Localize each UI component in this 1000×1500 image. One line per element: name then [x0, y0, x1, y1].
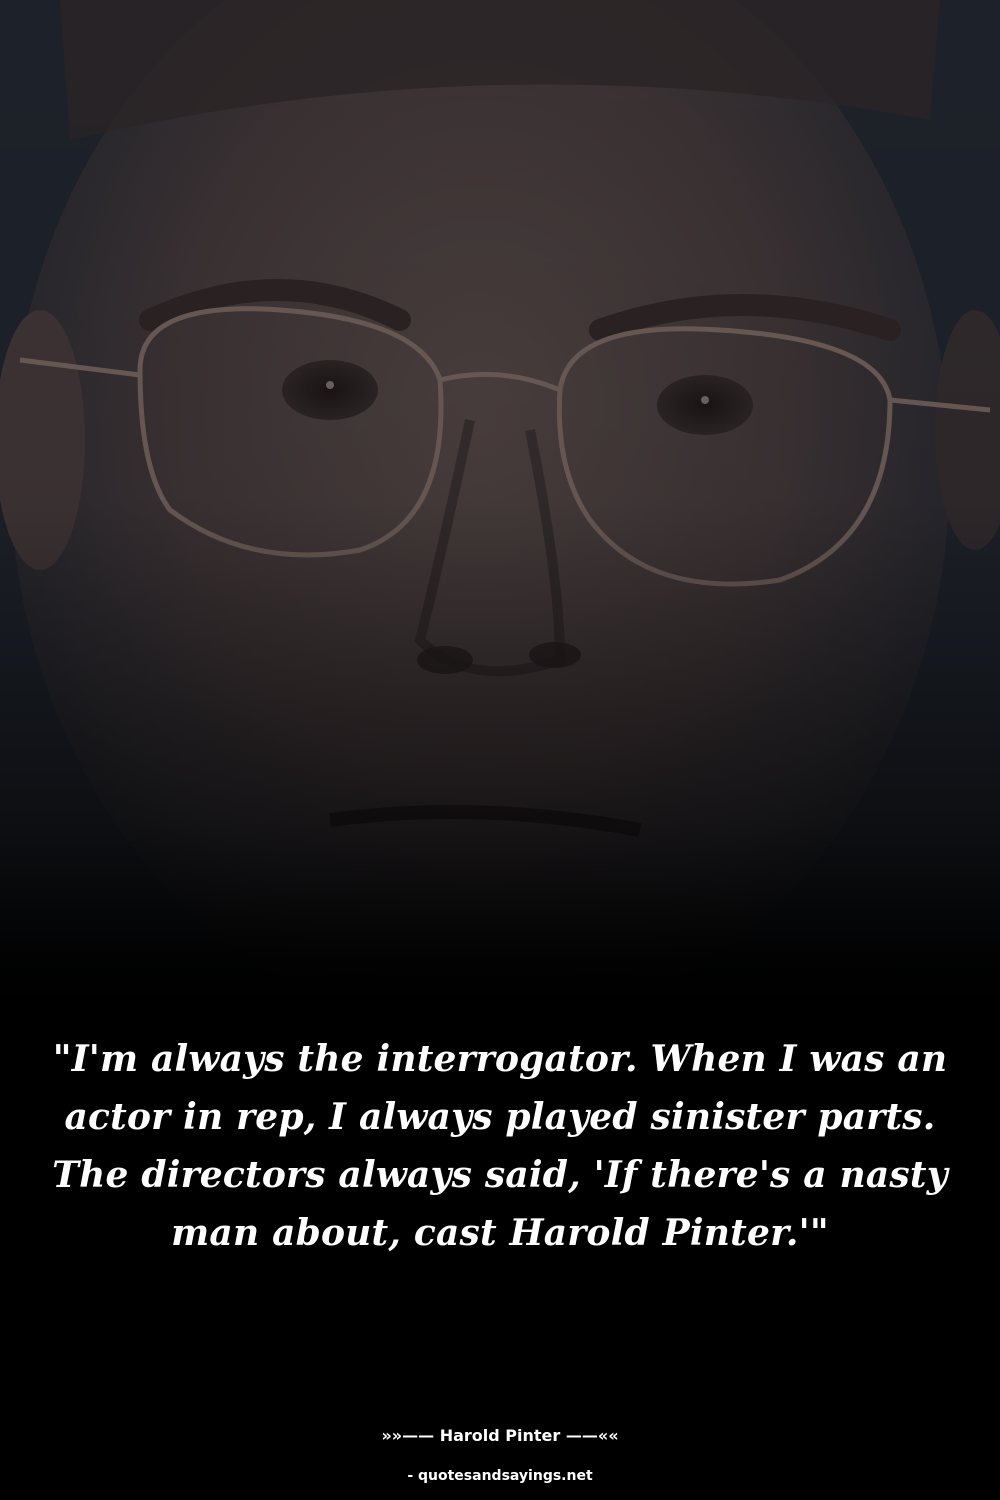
author-attribution: »»—— Harold Pinter ——«« [381, 1426, 619, 1445]
source-site: - quotesandsayings.net [407, 1468, 593, 1484]
dark-gradient-overlay [0, 0, 1000, 1500]
quote-text: "I'm always the interrogator. When I was… [52, 1038, 948, 1254]
quote-card: "I'm always the interrogator. When I was… [0, 0, 1000, 1500]
